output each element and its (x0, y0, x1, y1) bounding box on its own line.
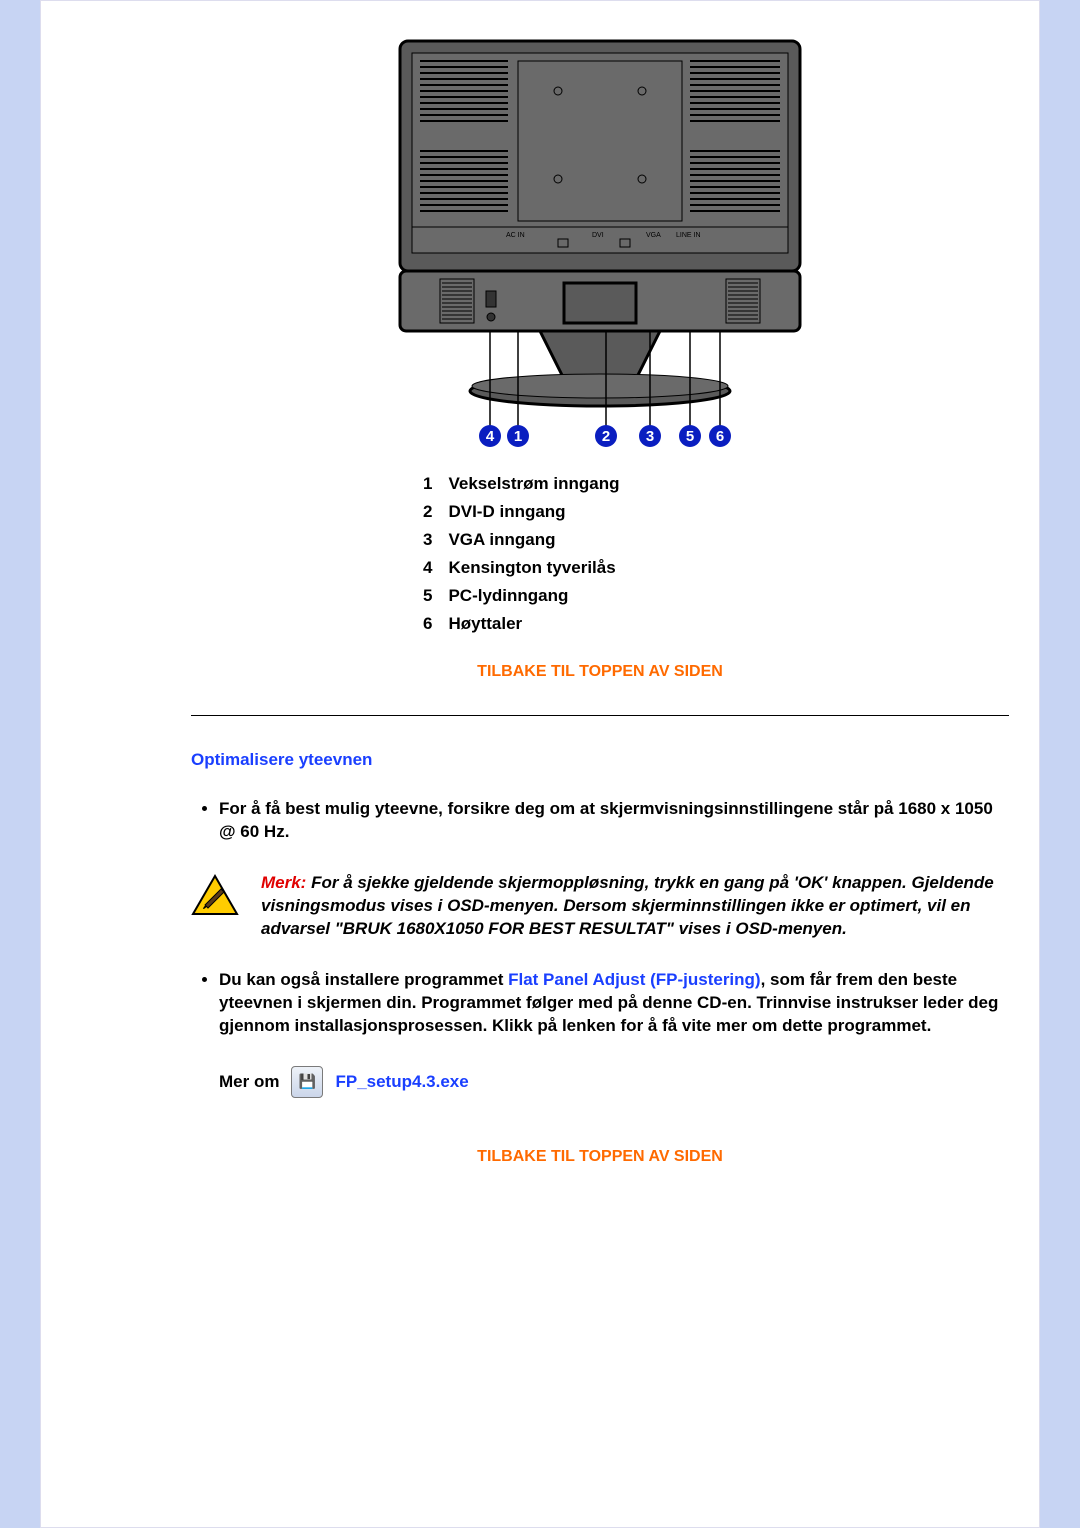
table-row: 4Kensington tyverilås (423, 555, 633, 581)
bullet-list: Du kan også installere programmet Flat P… (191, 969, 1009, 1038)
table-row: 5PC-lydinngang (423, 583, 633, 609)
table-row: 1Vekselstrøm inngang (423, 471, 633, 497)
table-row: 6Høyttaler (423, 611, 633, 637)
svg-text:3: 3 (646, 428, 654, 445)
svg-text:5: 5 (686, 428, 694, 445)
more-about-label: Mer om (219, 1072, 279, 1092)
document-page: AC IN DVI VGA LINE IN (40, 0, 1040, 1528)
monitor-rear-diagram: AC IN DVI VGA LINE IN (191, 31, 1009, 451)
download-row: Mer om 💾 FP_setup4.3.exe (219, 1066, 1009, 1098)
divider (191, 715, 1009, 716)
svg-text:2: 2 (602, 428, 610, 445)
bullet-list: For å få best mulig yteevne, forsikre de… (191, 798, 1009, 844)
table-row: 2DVI-D inngang (423, 499, 633, 525)
warning-icon (191, 872, 239, 920)
svg-text:VGA: VGA (646, 232, 661, 239)
back-to-top-link[interactable]: TILBAKE TIL TOPPEN AV SIDEN (191, 663, 1009, 681)
list-item: For å få best mulig yteevne, forsikre de… (219, 798, 1009, 844)
note-label: Merk: (261, 873, 306, 892)
note-block: Merk: For å sjekke gjeldende skjermopplø… (191, 872, 1009, 941)
list-item: Du kan også installere programmet Flat P… (219, 969, 1009, 1038)
table-row: 3VGA inngang (423, 527, 633, 553)
svg-text:4: 4 (486, 428, 495, 445)
svg-text:AC IN: AC IN (506, 232, 525, 239)
svg-text:1: 1 (514, 428, 522, 445)
back-to-top-link[interactable]: TILBAKE TIL TOPPEN AV SIDEN (191, 1148, 1009, 1166)
file-link[interactable]: FP_setup4.3.exe (335, 1072, 468, 1092)
svg-text:DVI: DVI (592, 232, 604, 239)
svg-text:6: 6 (716, 428, 724, 445)
svg-text:LINE IN: LINE IN (676, 232, 701, 239)
port-legend-table: 1Vekselstrøm inngang 2DVI-D inngang 3VGA… (421, 469, 635, 639)
fp-adjust-link[interactable]: Flat Panel Adjust (FP-justering) (508, 970, 761, 989)
section-title: Optimalisere yteevnen (191, 750, 1009, 770)
installer-icon[interactable]: 💾 (291, 1066, 323, 1098)
note-body: For å sjekke gjeldende skjermoppløsning,… (261, 873, 994, 938)
